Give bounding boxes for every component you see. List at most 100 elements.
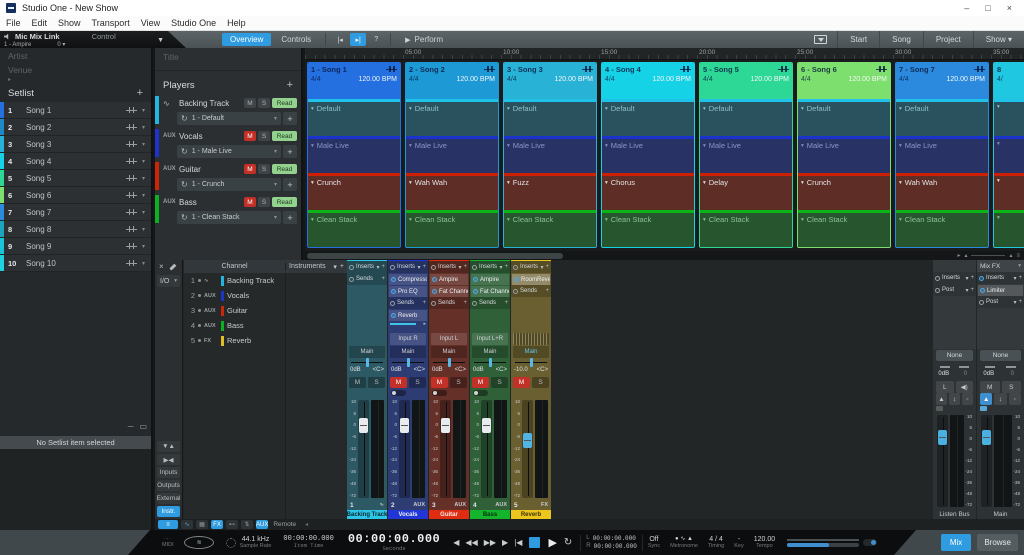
primary-time-display[interactable]: 00:00:00.000 Seconds	[348, 532, 440, 552]
fader-zone[interactable]: 10 6 0 -6 -12 -24 -36 -48 -72	[470, 398, 510, 500]
fader-zone[interactable]: 10 6 0 -6 -12 -24 -36 -48 -72	[511, 398, 551, 500]
inserts-header[interactable]: Inserts ▾ +	[933, 272, 976, 284]
browse-panel-button[interactable]: Browse	[977, 534, 1018, 551]
mixer-icon[interactable]	[125, 191, 137, 199]
power-icon[interactable]	[391, 277, 396, 282]
pan-slider[interactable]	[515, 358, 547, 367]
patch-lane-backing[interactable]: ▾ Default	[602, 99, 694, 136]
solo-button[interactable]: S	[258, 164, 270, 174]
add-patch-button[interactable]: +	[283, 112, 297, 125]
narrow-wide-icon[interactable]: ▶◀	[157, 454, 180, 465]
input-routing[interactable]	[513, 333, 549, 345]
setlist-item[interactable]: 5 Song 5 ▾	[0, 170, 151, 187]
power-icon[interactable]	[349, 276, 354, 282]
control-link-panel[interactable]: Mic Mix Link Control 1 - Ampire 0 ▾ ▼	[0, 31, 186, 48]
pan-thumb[interactable]	[488, 358, 492, 367]
patch-lane-vocals[interactable]: ▾ Male Live	[504, 136, 596, 173]
scroll-right-icon[interactable]: ▸	[957, 252, 960, 259]
insert-slot[interactable]: Fat Channel	[430, 286, 468, 297]
inserts-header[interactable]: Inserts ▾ +	[470, 261, 510, 273]
patch-lane-backing[interactable]: ▾ Default	[896, 99, 988, 136]
insert-slot[interactable]: Fat Channel	[471, 286, 509, 297]
add-setlist-item-button[interactable]: +	[137, 87, 143, 99]
player-row[interactable]: AUX Vocals M S Read ↻ 1 - Male Live ▾ +	[155, 128, 297, 158]
channel-strip-bass[interactable]: Inserts▾+ Ampire Fat Channel Sends+ Input L+…	[470, 260, 510, 520]
chevron-down-icon[interactable]: ▾	[142, 243, 145, 250]
wrench-icon[interactable]	[169, 262, 178, 271]
expand-down-up-icon[interactable]: ▼▲	[157, 441, 180, 452]
patch-selector[interactable]: ↻ 1 - Crunch ▾	[177, 178, 281, 191]
patch-lane-bass[interactable]: ▾	[994, 210, 1024, 247]
add-send-button[interactable]: +	[504, 300, 508, 306]
volume-fader[interactable]	[358, 400, 369, 498]
chevron-down-icon[interactable]: ▾	[540, 264, 543, 271]
chevron-down-icon[interactable]: ▾	[311, 106, 314, 112]
maximize-button[interactable]: □	[985, 3, 990, 13]
pan-slider[interactable]	[392, 358, 424, 367]
pan-slider[interactable]	[474, 358, 506, 367]
mute-button[interactable]: M	[472, 377, 489, 388]
nav-outputs[interactable]: Outputs	[157, 480, 180, 491]
sends-header[interactable]: Sends +	[511, 285, 551, 297]
venue-field[interactable]: Venue	[0, 62, 151, 76]
gain-value[interactable]: -10.0	[514, 367, 528, 377]
minimize-button[interactable]: –	[964, 3, 969, 13]
mute-button[interactable]: M	[244, 98, 256, 108]
chevron-down-icon[interactable]: ▾	[899, 217, 902, 223]
add-post-button[interactable]: +	[970, 287, 974, 294]
follow-playhead-icon[interactable]: ▸|	[350, 33, 367, 46]
power-icon[interactable]	[980, 288, 985, 293]
chevron-down-icon[interactable]: ▾	[703, 106, 706, 112]
scrollbar-thumb[interactable]	[307, 252, 563, 259]
patch-lane-guitar[interactable]: ▾ Delay	[700, 173, 792, 210]
patch-selector[interactable]: ↻ 1 - Male Live ▾	[177, 145, 281, 158]
sends-header[interactable]: Sends +	[347, 273, 387, 285]
tab-controls[interactable]: Controls	[273, 33, 319, 46]
patch-lane-vocals[interactable]: ▾ Male Live	[798, 136, 890, 173]
solo-button[interactable]: S	[258, 197, 270, 207]
patch-lane-bass[interactable]: ▾ Clean Stack	[602, 210, 694, 247]
patch-lane-guitar[interactable]: ▾ Crunch	[308, 173, 400, 210]
power-icon[interactable]	[349, 264, 354, 270]
add-patch-button[interactable]: +	[283, 211, 297, 224]
input-routing[interactable]: Input L+R	[472, 333, 508, 345]
monitor-toggle[interactable]	[391, 390, 406, 396]
power-icon[interactable]	[935, 287, 940, 293]
cue-mix-selector[interactable]: None	[980, 350, 1021, 361]
setlist-item[interactable]: 3 Song 3 ▾	[0, 136, 151, 153]
power-icon[interactable]	[431, 300, 436, 306]
song-header[interactable]: 4 - Song 4 4/4 120.00 BPM	[602, 63, 694, 99]
solo-button[interactable]: S	[532, 377, 549, 388]
output-routing[interactable]: Main	[472, 346, 508, 358]
power-icon[interactable]	[391, 289, 396, 294]
tempo-display[interactable]: 120.00 Tempo	[754, 536, 775, 550]
chevron-down-icon[interactable]: ▾	[142, 124, 145, 131]
gain-knob-icon[interactable]	[980, 362, 1000, 371]
volume-fader[interactable]	[522, 400, 533, 498]
power-icon[interactable]	[390, 264, 395, 270]
mixer-icon[interactable]	[125, 225, 137, 233]
patch-lane-vocals[interactable]: ▾ Male Live	[308, 136, 400, 173]
patch-lane-guitar[interactable]: ▾ Fuzz	[504, 173, 596, 210]
output-level-slider[interactable]	[787, 538, 860, 547]
chevron-down-icon[interactable]: ▾	[965, 287, 968, 294]
link-icon[interactable]: ◦	[962, 393, 973, 405]
chevron-down-icon[interactable]: ▾	[274, 181, 277, 188]
time-signature-display[interactable]: 4 / 4 Timing	[708, 536, 724, 550]
mute-button[interactable]: M	[244, 131, 256, 141]
chevron-down-icon[interactable]: ▾	[274, 148, 277, 155]
mixer-icon[interactable]	[876, 65, 887, 73]
chevron-down-icon[interactable]: ▾	[142, 158, 145, 165]
zoom-in-icon[interactable]: ▴	[1009, 252, 1012, 259]
pan-thumb[interactable]	[447, 358, 451, 367]
add-insert-button[interactable]: +	[463, 264, 467, 271]
nav-external[interactable]: External	[157, 493, 180, 504]
patch-lane-bass[interactable]: ▾ Clean Stack	[308, 210, 400, 247]
precount-icon[interactable]: ●	[675, 536, 679, 542]
bus-strip-listen-bus[interactable]: Inserts ▾ + Post ▾ + None 0dB 0 L ◀) ▲ ↕ ◦ 10 6 0 -6 -12 -2…	[933, 260, 976, 520]
output-routing[interactable]: Main	[390, 346, 426, 358]
patch-lane-vocals[interactable]: ▾ Male Live	[406, 136, 498, 173]
inserts-header[interactable]: Inserts ▾ +	[347, 261, 387, 273]
mix-panel-button[interactable]: Mix	[940, 534, 972, 551]
fader-zone[interactable]: 10 6 0 -6 -12 -24 -36 -48 -72	[347, 398, 387, 500]
